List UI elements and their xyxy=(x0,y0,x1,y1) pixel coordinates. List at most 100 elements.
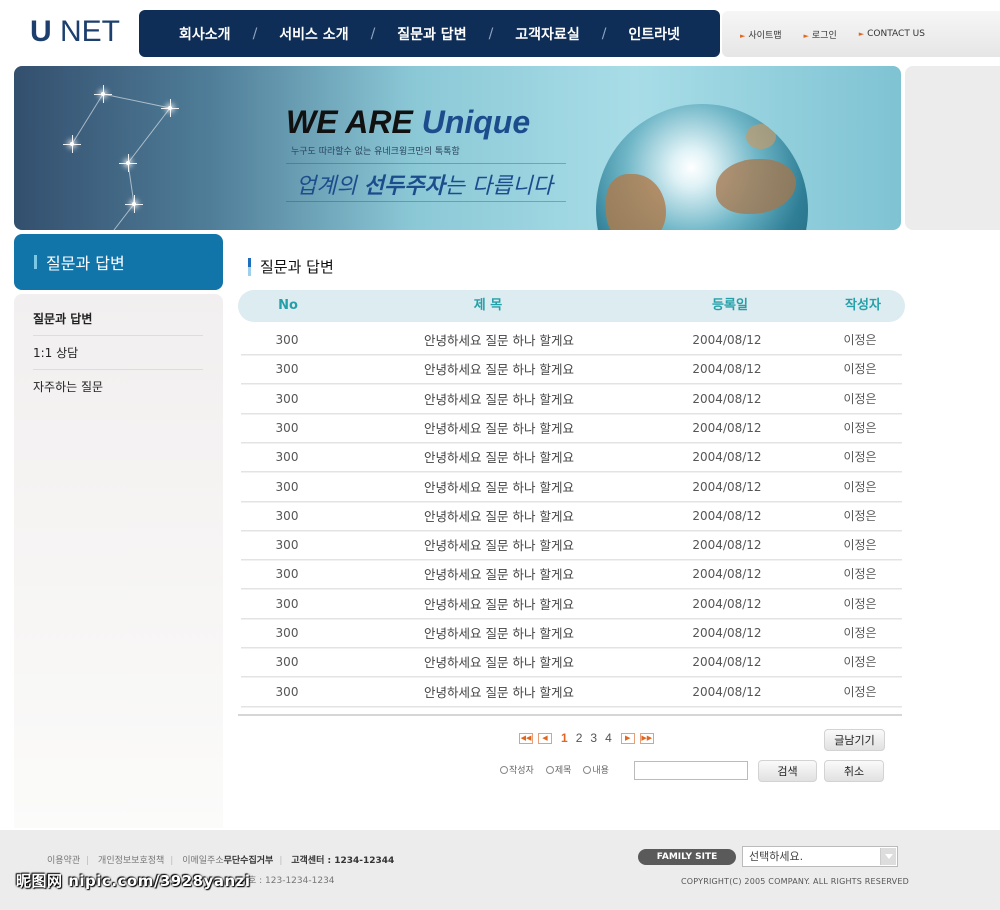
title-bar-icon xyxy=(248,257,251,276)
cell-no: 300 xyxy=(275,421,299,435)
cell-date: 2004/08/12 xyxy=(692,655,762,669)
cell-subject[interactable]: 안녕하세요 질문 하나 할게요 xyxy=(359,414,639,443)
cell-no: 300 xyxy=(275,362,299,376)
cancel-button[interactable]: 취소 xyxy=(824,760,884,782)
util-contact-link[interactable]: ► CONTACT US xyxy=(859,29,925,39)
cell-date: 2004/08/12 xyxy=(692,685,762,699)
cell-no: 300 xyxy=(275,392,299,406)
util-login-link[interactable]: ► 로그인 xyxy=(804,28,837,41)
table-row[interactable]: 300 안녕하세요 질문 하나 할게요 2004/08/12 이정은 xyxy=(241,326,902,356)
banner-copy: 업계의 선두주자는 다릅니다 xyxy=(296,174,553,199)
watermark: 昵图网 nipic.com/3928yanzi xyxy=(16,872,251,890)
cell-subject[interactable]: 안녕하세요 질문 하나 할게요 xyxy=(359,648,639,677)
radio-icon xyxy=(583,765,592,774)
util-sitemap-link[interactable]: ► 사이트맵 xyxy=(740,28,782,41)
family-site-select[interactable]: 선택하세요. xyxy=(742,846,898,867)
search-button[interactable]: 검색 xyxy=(758,760,817,782)
star-icon xyxy=(161,99,179,117)
sidebar-item-faq[interactable]: 자주하는 질문 xyxy=(33,370,203,404)
write-button[interactable]: 글남기기 xyxy=(824,729,885,751)
table-row[interactable]: 300 안녕하세요 질문 하나 할게요 2004/08/12 이정은 xyxy=(241,560,902,590)
cell-date: 2004/08/12 xyxy=(692,362,762,376)
page-title: 질문과 답변 xyxy=(248,256,334,277)
pagination: ◀◀ ◀ 1 2 3 4 ▶ ▶▶ xyxy=(519,731,659,745)
table-row[interactable]: 300 안녕하세요 질문 하나 할게요 2004/08/12 이정은 xyxy=(241,502,902,532)
cell-subject[interactable]: 안녕하세요 질문 하나 할게요 xyxy=(359,385,639,414)
banner-subline: 누구도 따라할수 없는 유네크윙크만의 톡톡함 xyxy=(291,147,460,157)
cell-author: 이정은 xyxy=(843,538,877,552)
next-page-icon[interactable]: ▶ xyxy=(620,732,635,744)
table-row[interactable]: 300 안녕하세요 질문 하나 할게요 2004/08/12 이정은 xyxy=(241,355,902,385)
arrow-right-icon: ► xyxy=(740,31,746,40)
footer-link-terms[interactable]: 이용약관 xyxy=(47,856,80,866)
gnb-item-qna[interactable]: 질문과 답변 xyxy=(397,24,466,44)
cell-no: 300 xyxy=(275,685,299,699)
search-option-content[interactable]: 내용 xyxy=(583,763,609,776)
gnb-separator: / xyxy=(601,25,607,42)
cell-subject[interactable]: 안녕하세요 질문 하나 할게요 xyxy=(359,619,639,648)
page-link-1[interactable]: 1 xyxy=(561,731,568,745)
cell-subject[interactable]: 안녕하세요 질문 하나 할게요 xyxy=(359,590,639,619)
footer-phone: 호 : 123-1234-1234 xyxy=(248,876,335,886)
cell-author: 이정은 xyxy=(843,480,877,494)
table-row[interactable]: 300 안녕하세요 질문 하나 할게요 2004/08/12 이정은 xyxy=(241,648,902,678)
cell-subject[interactable]: 안녕하세요 질문 하나 할게요 xyxy=(359,502,639,531)
cell-date: 2004/08/12 xyxy=(692,567,762,581)
gnb-separator: / xyxy=(370,25,376,42)
table-row[interactable]: 300 안녕하세요 질문 하나 할게요 2004/08/12 이정은 xyxy=(241,590,902,620)
arrow-right-icon: ► xyxy=(803,31,809,40)
cell-author: 이정은 xyxy=(843,362,877,376)
cell-subject[interactable]: 안녕하세요 질문 하나 할게요 xyxy=(359,473,639,502)
cell-subject[interactable]: 안녕하세요 질문 하나 할게요 xyxy=(359,443,639,472)
footer-links: 이용약관 | 개인정보보호정책 | 이메일주소무단수집거부 | 고객센터 : 1234… xyxy=(47,856,395,866)
search-option-author[interactable]: 작성자 xyxy=(500,763,534,776)
cell-author: 이정은 xyxy=(843,392,877,406)
table-row[interactable]: 300 안녕하세요 질문 하나 할게요 2004/08/12 이정은 xyxy=(241,678,902,708)
cell-date: 2004/08/12 xyxy=(692,538,762,552)
search-option-title[interactable]: 제목 xyxy=(545,763,571,776)
table-row[interactable]: 300 안녕하세요 질문 하나 할게요 2004/08/12 이정은 xyxy=(241,531,902,561)
cell-no: 300 xyxy=(275,333,299,347)
cell-subject[interactable]: 안녕하세요 질문 하나 할게요 xyxy=(359,326,639,355)
cell-subject[interactable]: 안녕하세요 질문 하나 할게요 xyxy=(359,531,639,560)
gnb-item-intranet[interactable]: 인트라넷 xyxy=(628,24,680,44)
logo[interactable]: U NET xyxy=(30,15,120,49)
table-row[interactable]: 300 안녕하세요 질문 하나 할게요 2004/08/12 이정은 xyxy=(241,385,902,415)
table-row[interactable]: 300 안녕하세요 질문 하나 할게요 2004/08/12 이정은 xyxy=(241,443,902,473)
cell-date: 2004/08/12 xyxy=(692,597,762,611)
cell-subject[interactable]: 안녕하세요 질문 하나 할게요 xyxy=(359,560,639,589)
star-icon xyxy=(119,154,137,172)
star-icon xyxy=(63,135,81,153)
cell-subject[interactable]: 안녕하세요 질문 하나 할게요 xyxy=(359,355,639,384)
constellation-graphic xyxy=(71,93,171,230)
sidebar-item-consult[interactable]: 1:1 상담 xyxy=(33,336,203,370)
cell-subject[interactable]: 안녕하세요 질문 하나 할게요 xyxy=(359,678,639,707)
table-row[interactable]: 300 안녕하세요 질문 하나 할게요 2004/08/12 이정은 xyxy=(241,619,902,649)
gnb-item-company[interactable]: 회사소개 xyxy=(179,24,231,44)
radio-icon xyxy=(545,765,554,774)
prev-page-icon[interactable]: ◀ xyxy=(538,732,552,744)
family-site-label: FAMILY SITE xyxy=(638,849,736,865)
footer-link-email[interactable]: 이메일주소 xyxy=(182,856,223,866)
footer-link-email-bold[interactable]: 무단수집거부 xyxy=(224,856,274,866)
search-input[interactable] xyxy=(634,761,748,780)
cell-author: 이정은 xyxy=(843,450,877,464)
table-header: No 제 목 등록일 작성자 xyxy=(238,290,905,322)
sidebar-title: 질문과 답변 xyxy=(14,234,223,290)
footer-link-privacy[interactable]: 개인정보보호정책 xyxy=(98,856,164,866)
gnb-item-data-room[interactable]: 고객자료실 xyxy=(515,24,579,44)
last-page-icon[interactable]: ▶▶ xyxy=(639,732,654,744)
banner-divider xyxy=(286,201,566,202)
table-row[interactable]: 300 안녕하세요 질문 하나 할게요 2004/08/12 이정은 xyxy=(241,414,902,444)
page-link-2[interactable]: 2 xyxy=(576,731,583,745)
page-link-3[interactable]: 3 xyxy=(590,731,597,745)
gnb-item-service[interactable]: 서비스 소개 xyxy=(279,24,348,44)
page-link-4[interactable]: 4 xyxy=(605,731,612,745)
table-row[interactable]: 300 안녕하세요 질문 하나 할게요 2004/08/12 이정은 xyxy=(241,473,902,503)
cell-author: 이정은 xyxy=(843,509,877,523)
cell-author: 이정은 xyxy=(843,597,877,611)
first-page-icon[interactable]: ◀◀ xyxy=(519,732,533,744)
cell-no: 300 xyxy=(275,480,299,494)
gnb-separator: / xyxy=(252,25,258,42)
sidebar-item-qna[interactable]: 질문과 답변 xyxy=(33,302,203,336)
